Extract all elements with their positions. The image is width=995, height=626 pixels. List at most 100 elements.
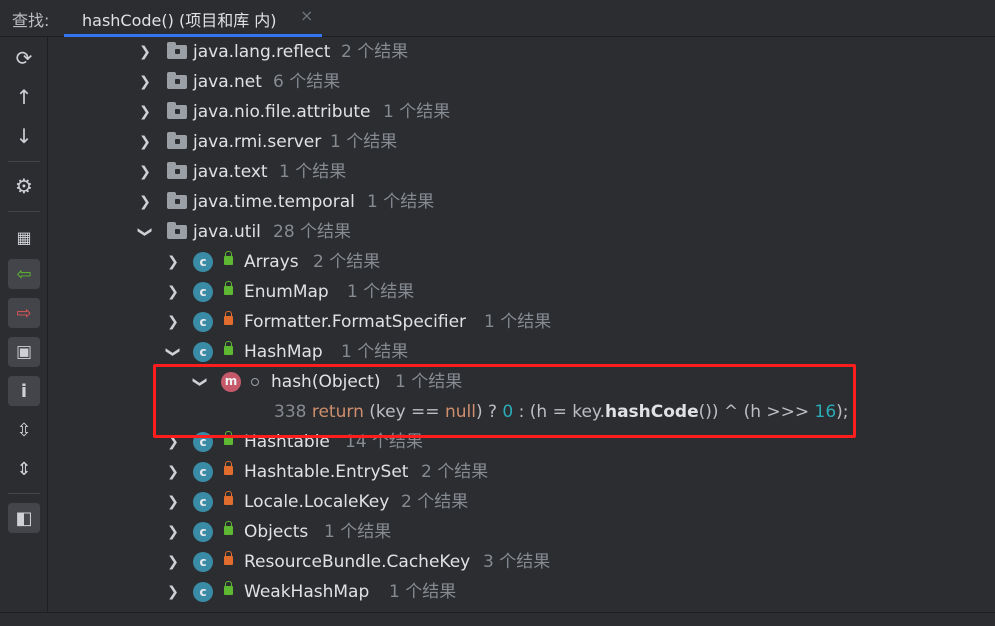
tree-row-method[interactable]: ❯ m hash(Object) 1 个结果 [47,367,995,397]
tree-row-usage[interactable]: 338 return (key == null) ? 0 : (h = key.… [47,397,995,427]
class-icon: c [193,492,213,512]
chevron-right-icon[interactable]: ❯ [163,457,183,487]
tab-hashcode-search[interactable]: hashCode() (项目和库 内) × [64,0,322,37]
module-icon[interactable]: ▣ [8,337,40,367]
group-icon[interactable]: ▦ [8,222,40,252]
chevron-right-icon[interactable]: ❯ [163,427,183,457]
chevron-right-icon[interactable]: ❯ [163,277,183,307]
code-number: 0 [502,402,514,422]
tree-row-package[interactable]: ❯ java.nio.file.attribute 1 个结果 [47,97,995,127]
expand-all-icon[interactable]: ⇳ [8,415,40,445]
results-tree: ❯ java.lang.reflect 2 个结果 ❯ java.net 6 个… [47,37,995,612]
tree-row-package[interactable]: ❯ java.lang.reflect 2 个结果 [47,37,995,67]
class-icon: c [193,552,213,572]
chevron-right-icon[interactable]: ❯ [163,307,183,337]
result-count: 1 个结果 [395,372,463,392]
usage-code-line: 338 return (key == null) ? 0 : (h = key.… [274,397,849,427]
chevron-right-icon[interactable]: ❯ [135,157,155,187]
result-count: 1 个结果 [389,582,457,602]
tree-row-class[interactable]: ❯ c ResourceBundle.CacheKey 3 个结果 [47,547,995,577]
result-count: 1 个结果 [367,192,435,212]
refresh-icon[interactable]: ⟳ [8,43,40,73]
chevron-right-icon[interactable]: ❯ [135,127,155,157]
public-lock-icon [224,581,233,595]
previous-occurrence-icon[interactable]: ⇦ [8,259,40,289]
tree-row-package[interactable]: ❯ java.rmi.server 1 个结果 [47,127,995,157]
gear-icon[interactable]: ⚙ [8,171,40,201]
class-name: Locale.LocaleKey [244,492,390,512]
class-name: Objects [244,522,309,542]
package-name: java.net [193,72,262,92]
tree-row-package[interactable]: ❯ java.text 1 个结果 [47,157,995,187]
package-name: java.nio.file.attribute [193,102,371,122]
private-lock-icon [224,461,233,475]
code-text: ) ? [475,402,503,422]
tree-row-class[interactable]: ❯ c WeakHashMap 1 个结果 [47,577,995,607]
class-name: WeakHashMap [244,582,370,602]
chevron-right-icon[interactable]: ❯ [135,67,155,97]
chevron-right-icon[interactable]: ❯ [163,577,183,607]
tree-row-class[interactable]: ❯ c HashMap 1 个结果 [47,337,995,367]
package-folder-icon [167,192,187,209]
chevron-right-icon[interactable]: ❯ [163,517,183,547]
tree-row-class[interactable]: ❯ c Hashtable.EntrySet 2 个结果 [47,457,995,487]
public-lock-icon [224,521,233,535]
code-text: : (h = key. [513,402,605,422]
chevron-down-icon[interactable]: ❯ [185,372,215,392]
tree-row-class[interactable]: ❯ c Arrays 2 个结果 [47,247,995,277]
tab-title: hashCode() (项目和库 内) [82,11,277,30]
class-name: Formatter.FormatSpecifier [244,312,467,332]
tree-row-class[interactable]: ❯ c Locale.LocaleKey 2 个结果 [47,487,995,517]
method-name: hash(Object) [271,372,381,392]
tree-row-class[interactable]: ❯ c Hashtable 14 个结果 [47,427,995,457]
preview-icon[interactable]: ◧ [8,503,40,533]
tree-row-class[interactable]: ❯ c Formatter.FormatSpecifier 1 个结果 [47,307,995,337]
chevron-right-icon[interactable]: ❯ [135,187,155,217]
private-lock-icon [224,491,233,505]
result-count: 2 个结果 [401,492,469,512]
collapse-all-icon[interactable]: ⇕ [8,454,40,484]
class-icon: c [193,282,213,302]
code-keyword: null [444,402,476,422]
class-name: Hashtable.EntrySet [244,462,409,482]
chevron-down-icon[interactable]: ❯ [158,342,188,362]
toolbar-divider [8,211,40,212]
code-text: ); [836,402,849,422]
close-icon[interactable]: × [300,6,313,25]
chevron-right-icon[interactable]: ❯ [135,37,155,67]
next-occurrence-icon[interactable]: ⇨ [8,298,40,328]
tree-row-package[interactable]: ❯ java.net 6 个结果 [47,67,995,97]
package-folder-icon [167,222,187,239]
package-name: java.rmi.server [193,132,322,152]
tree-row-package[interactable]: ❯ java.util 28 个结果 [47,217,995,247]
tree-row-package[interactable]: ❯ java.time.temporal 1 个结果 [47,187,995,217]
result-count: 3 个结果 [483,552,551,572]
package-name: java.text [193,162,268,182]
class-name: Arrays [244,252,299,272]
package-folder-icon [167,102,187,119]
chevron-right-icon[interactable]: ❯ [163,247,183,277]
chevron-down-icon[interactable]: ❯ [130,222,160,242]
package-private-icon [251,378,259,386]
line-number: 338 [274,402,307,422]
tree-row-class[interactable]: ❯ c EnumMap 1 个结果 [47,277,995,307]
arrow-down-icon[interactable]: ↓ [8,121,40,151]
result-count: 1 个结果 [279,162,347,182]
class-name: Hashtable [244,432,330,452]
chevron-right-icon[interactable]: ❯ [163,487,183,517]
public-lock-icon [224,431,233,445]
package-folder-icon [167,132,187,149]
arrow-up-icon[interactable]: ↑ [8,82,40,112]
class-icon: c [193,342,213,362]
tree-row-class[interactable]: ❯ c Objects 1 个结果 [47,517,995,547]
chevron-right-icon[interactable]: ❯ [163,547,183,577]
code-keyword: return [311,402,364,422]
find-toolwindow-header: 查找: hashCode() (项目和库 内) × [0,0,995,37]
public-lock-icon [224,281,233,295]
package-name: java.util [193,222,261,242]
result-count: 14 个结果 [345,432,424,452]
result-count: 1 个结果 [484,312,552,332]
chevron-right-icon[interactable]: ❯ [135,97,155,127]
result-count: 1 个结果 [347,282,415,302]
info-icon[interactable]: i [8,376,40,406]
